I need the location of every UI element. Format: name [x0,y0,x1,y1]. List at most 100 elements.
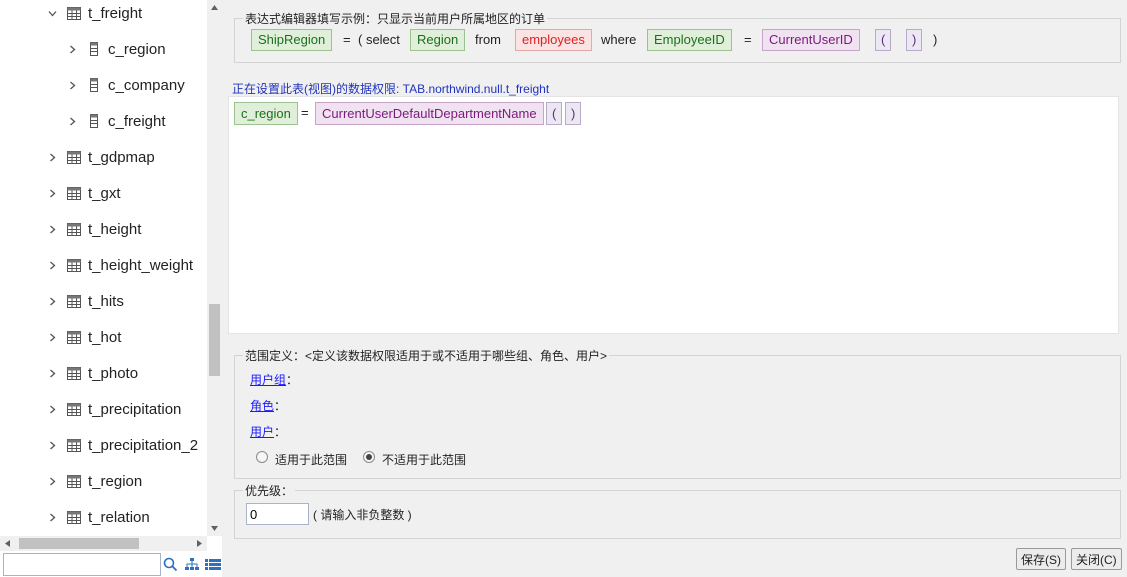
scope-legend: 范围定义：<定义该数据权限适用于或不适用于哪些组、角色、用户> [245,349,608,363]
token-current-user-id[interactable]: CurrentUserID [762,29,860,51]
token-open-select: ( select [358,32,400,47]
scroll-up-arrow-icon[interactable] [207,0,222,15]
roles-colon: ： [274,399,287,413]
radio-not-apply-label[interactable]: 不适用于此范围 [382,451,466,468]
close-button[interactable]: 关闭(C) [1071,548,1122,570]
save-button[interactable]: 保存(S) [1016,548,1066,570]
tree-node-table[interactable]: t_region [0,463,207,499]
tree-node-label: c_region [108,40,166,58]
token-close: ) [933,32,938,47]
expression-editor[interactable]: c_region = CurrentUserDefaultDepartmentN… [228,96,1119,334]
tree-node-table[interactable]: t_precipitation_2 [0,427,207,463]
tree-node-label: t_hot [88,328,122,346]
tree-node-label: t_gxt [88,184,121,202]
token-paren-close[interactable]: ) [906,29,923,51]
tree-node-label: t_precipitation_2 [88,436,199,454]
editor-token-func[interactable]: CurrentUserDefaultDepartmentName [315,102,544,125]
chevron-right-icon[interactable] [66,115,78,127]
priority-hint: ( 请输入非负整数 ) [313,508,412,522]
chevron-right-icon[interactable] [46,295,58,307]
users-colon: ： [274,425,287,439]
radio-apply-scope[interactable] [256,451,268,463]
priority-input[interactable] [246,503,309,525]
editor-token-c-region[interactable]: c_region [234,102,298,125]
tree-horizontal-scrollbar[interactable] [0,536,207,551]
horizontal-scroll-thumb[interactable] [19,538,139,549]
tree-node-label: t_height_weight [88,256,194,274]
column-icon [86,41,102,57]
scroll-right-arrow-icon[interactable] [192,536,207,551]
tree-node-label: t_gdpmap [88,148,155,166]
priority-legend: 优先级： [245,484,294,498]
tree-node-label: t_region [88,472,143,490]
chevron-down-icon[interactable] [46,7,58,19]
chevron-right-icon[interactable] [46,187,58,199]
token-paren-open[interactable]: ( [875,29,892,51]
tree-node-table[interactable]: t_precipitation [0,391,207,427]
tree-node-table[interactable]: t_gdpmap [0,139,207,175]
example-legend: 表达式编辑器填写示例：只显示当前用户所属地区的订单 [245,12,546,26]
table-icon [66,509,82,525]
tree-node-table[interactable]: t_freight [0,0,207,31]
roles-link[interactable]: 角色 [250,397,274,414]
table-icon [66,401,82,417]
column-icon [86,113,102,129]
table-tree-panel: t_freight c_region c_company c_freight t_gdp… [0,0,222,577]
column-icon [86,77,102,93]
tree-node-table[interactable]: t_relation [0,499,207,535]
chevron-right-icon[interactable] [46,367,58,379]
tree-vertical-scrollbar[interactable] [207,0,222,536]
table-icon [66,257,82,273]
users-link[interactable]: 用户 [250,423,274,440]
vertical-scroll-thumb[interactable] [209,304,220,376]
token-from: from [475,32,501,47]
scroll-down-arrow-icon[interactable] [207,521,222,536]
tree-node-table[interactable]: t_height_weight [0,247,207,283]
table-icon [66,329,82,345]
chevron-right-icon[interactable] [46,151,58,163]
hierarchy-icon[interactable] [183,555,201,573]
tree-search-input[interactable] [3,553,161,576]
tree-node-table[interactable]: t_height [0,211,207,247]
token-region[interactable]: Region [410,29,466,51]
radio-not-apply-scope[interactable] [363,451,375,463]
token-equals-2: = [744,32,752,47]
table-icon [66,185,82,201]
editor-token-paren-close[interactable]: ) [565,102,582,125]
tree-node-label: t_height [88,220,142,238]
tree-node-column[interactable]: c_company [0,67,207,103]
search-icon[interactable] [161,555,179,573]
status-line: 正在设置此表(视图)的数据权限: TAB.northwind.null.t_fr… [232,82,550,96]
tree-node-table[interactable]: t_hot [0,319,207,355]
tree-node-label: t_relation [88,508,150,526]
tree-node-table[interactable]: t_gxt [0,175,207,211]
token-ship-region[interactable]: ShipRegion [251,29,333,51]
list-icon[interactable] [204,555,222,573]
radio-apply-label[interactable]: 适用于此范围 [275,451,347,468]
chevron-right-icon[interactable] [46,259,58,271]
chevron-right-icon[interactable] [46,439,58,451]
token-equals: = [343,32,351,47]
tree-node-label: c_freight [108,112,166,130]
tree-node-column[interactable]: c_region [0,31,207,67]
chevron-right-icon[interactable] [46,223,58,235]
chevron-right-icon[interactable] [46,403,58,415]
tree-node-table[interactable]: t_photo [0,355,207,391]
token-where: where [601,32,637,47]
token-employee-id[interactable]: EmployeeID [647,29,732,51]
table-icon [66,365,82,381]
table-icon [66,221,82,237]
chevron-right-icon[interactable] [46,331,58,343]
user-groups-link[interactable]: 用户组 [250,371,286,388]
chevron-right-icon[interactable] [66,43,78,55]
scroll-left-arrow-icon[interactable] [0,536,15,551]
tree-node-table[interactable]: t_hits [0,283,207,319]
tree-node-column[interactable]: c_freight [0,103,207,139]
chevron-right-icon[interactable] [46,475,58,487]
tree-node-label: t_photo [88,364,139,382]
chevron-right-icon[interactable] [66,79,78,91]
token-employees[interactable]: employees [515,29,592,51]
editor-token-equals: = [301,105,309,120]
chevron-right-icon[interactable] [46,511,58,523]
editor-token-paren-open[interactable]: ( [546,102,563,125]
